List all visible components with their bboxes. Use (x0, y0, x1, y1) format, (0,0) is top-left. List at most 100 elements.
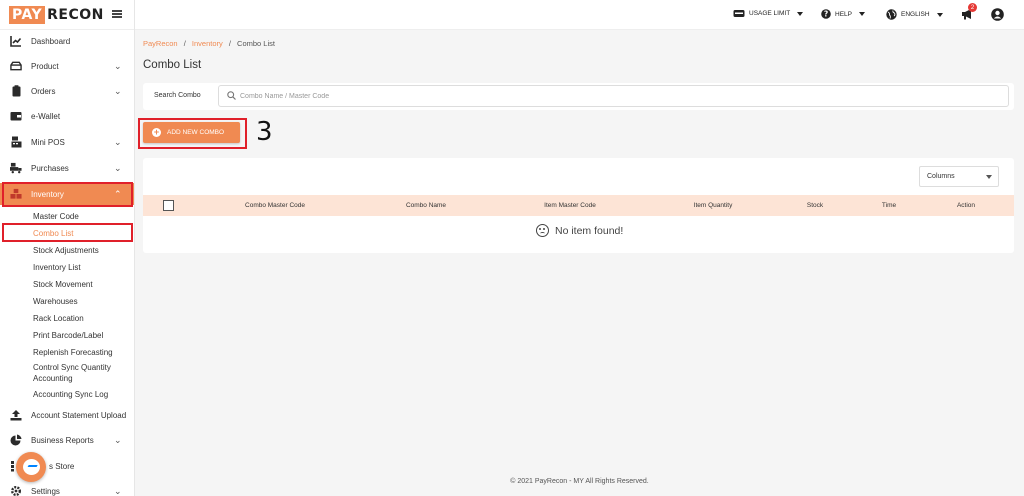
sidebar-item-label: Product (31, 61, 59, 71)
sub-item-print-barcode-label[interactable]: Print Barcode/Label (33, 331, 103, 340)
messenger-chat-button[interactable] (16, 452, 46, 482)
breadcrumb-root[interactable]: PayRecon (143, 39, 178, 48)
language-label: ENGLISH (901, 11, 930, 18)
usage-limit-icon (733, 10, 745, 17)
sidebar-item-label: Settings (31, 486, 60, 496)
sub-item-accounting[interactable]: Accounting (33, 374, 73, 383)
sidebar-item-product[interactable]: Product ⌄ (0, 55, 134, 77)
sidebar-item-label: Business Reports (31, 435, 94, 445)
globe-icon (886, 9, 897, 20)
usage-limit-label: USAGE LIMIT (749, 10, 791, 17)
chevron-down-icon: ⌄ (114, 434, 122, 445)
language-menu[interactable]: ENGLISH (886, 9, 943, 20)
sidebar: PAY RECON Dashboard Product ⌄ Orders ⌄ e-… (0, 0, 135, 496)
empty-state-text: No item found! (555, 224, 624, 237)
chevron-down-icon: ⌄ (114, 162, 122, 173)
notifications-button[interactable]: 2 (961, 3, 977, 20)
svg-text:?: ? (824, 10, 828, 19)
add-new-combo-button[interactable]: + ADD NEW COMBO (143, 122, 240, 143)
search-label: Search Combo (154, 92, 201, 99)
usage-limit-menu[interactable]: USAGE LIMIT (733, 9, 804, 18)
column-header-stock[interactable]: Stock (807, 202, 823, 209)
plus-circle-icon: + (152, 127, 161, 137)
sub-item-stock-adjustments[interactable]: Stock Adjustments (33, 246, 99, 255)
pie-chart-icon (10, 434, 22, 446)
sidebar-item-purchases[interactable]: Purchases ⌄ (0, 157, 134, 179)
sidebar-item-label: Mini POS (31, 137, 65, 147)
sidebar-item-label: Dashboard (31, 36, 71, 46)
highlight-box-combo-list (2, 223, 133, 242)
sidebar-item-orders[interactable]: Orders ⌄ (0, 80, 134, 102)
sub-item-accounting-sync-log[interactable]: Accounting Sync Log (33, 390, 108, 399)
caret-down-icon (797, 11, 804, 16)
chevron-down-icon: ⌄ (114, 60, 122, 71)
user-avatar-icon (991, 8, 1004, 21)
logo-recon[interactable]: RECON (45, 7, 104, 23)
sidebar-item-e-wallet[interactable]: e-Wallet (0, 105, 134, 127)
column-header-time[interactable]: Time (882, 202, 896, 209)
sidebar-item-label: Orders (31, 86, 56, 96)
messenger-icon (22, 459, 40, 475)
column-header-combo-name[interactable]: Combo Name (406, 202, 446, 209)
chevron-down-icon: ⌄ (114, 136, 122, 147)
top-bar: USAGE LIMIT ? HELP ENGLISH 2 (135, 0, 1024, 30)
combo-table-card: Columns Combo Master Code Combo Name Ite… (143, 158, 1014, 253)
truck-icon (10, 162, 22, 174)
chart-line-icon (10, 35, 22, 47)
highlight-box-inventory (2, 182, 133, 207)
select-all-checkbox[interactable] (163, 200, 174, 211)
search-icon (227, 91, 236, 102)
callout-number-3: 3 (256, 117, 273, 147)
pos-icon (10, 136, 22, 148)
add-new-combo-label: ADD NEW COMBO (167, 129, 225, 136)
breadcrumb-separator: / (183, 39, 186, 48)
help-menu[interactable]: ? HELP (821, 9, 865, 19)
breadcrumb-current: Combo List (237, 39, 275, 48)
breadcrumb: PayRecon / Inventory / Combo List (143, 39, 275, 48)
sidebar-item-account-statement-upload[interactable]: Account Statement Upload (0, 404, 134, 426)
hamburger-menu-icon[interactable] (112, 10, 122, 18)
caret-down-icon (936, 12, 943, 17)
breadcrumb-section[interactable]: Inventory (192, 39, 223, 48)
sidebar-item-label: Purchases (31, 163, 69, 173)
chevron-down-icon: ⌄ (114, 85, 122, 96)
sidebar-item-label: s Store (49, 461, 75, 471)
sidebar-item-label: Account Statement Upload (31, 410, 127, 420)
sub-item-stock-movement[interactable]: Stock Movement (33, 280, 93, 289)
sidebar-item-settings[interactable]: Settings ⌄ (0, 480, 134, 496)
search-card: Search Combo (143, 83, 1014, 110)
sub-item-inventory-list[interactable]: Inventory List (33, 263, 81, 272)
help-icon: ? (821, 9, 831, 19)
column-header-combo-master-code[interactable]: Combo Master Code (245, 202, 305, 209)
help-label: HELP (835, 10, 852, 18)
column-header-action[interactable]: Action (957, 202, 975, 209)
page-title: Combo List (143, 59, 202, 71)
empty-state: No item found! (536, 224, 623, 237)
upload-icon (10, 409, 22, 421)
columns-dropdown[interactable]: Columns (919, 166, 999, 187)
sidebar-item-label: e-Wallet (31, 111, 61, 121)
user-avatar-button[interactable] (991, 8, 1004, 21)
caret-down-icon (858, 12, 865, 16)
sidebar-item-business-reports[interactable]: Business Reports ⌄ (0, 429, 134, 451)
search-input[interactable] (240, 89, 980, 104)
sub-item-control-sync-quantity[interactable]: Control Sync Quantity (33, 363, 111, 372)
search-box (218, 85, 1009, 107)
footer: © 2021 PayRecon - MY All Rights Reserved… (510, 478, 649, 485)
sub-item-master-code[interactable]: Master Code (33, 212, 79, 221)
sub-item-rack-location[interactable]: Rack Location (33, 314, 84, 323)
column-header-item-quantity[interactable]: Item Quantity (694, 202, 733, 209)
table-header: Combo Master Code Combo Name Item Master… (143, 195, 1014, 216)
logo-pay[interactable]: PAY (9, 5, 46, 24)
sidebar-item-dashboard[interactable]: Dashboard (0, 30, 134, 52)
clipboard-icon (10, 85, 22, 97)
sidebar-item-mini-pos[interactable]: Mini POS ⌄ (0, 131, 134, 153)
sub-item-warehouses[interactable]: Warehouses (33, 297, 78, 306)
column-header-item-master-code[interactable]: Item Master Code (544, 202, 596, 209)
logo-bar: PAY RECON (0, 0, 134, 30)
caret-down-icon (986, 175, 992, 179)
sad-face-icon (536, 224, 549, 237)
notification-badge: 2 (968, 3, 977, 12)
chevron-down-icon: ⌄ (114, 485, 122, 496)
sub-item-replenish-forecasting[interactable]: Replenish Forecasting (33, 348, 113, 357)
